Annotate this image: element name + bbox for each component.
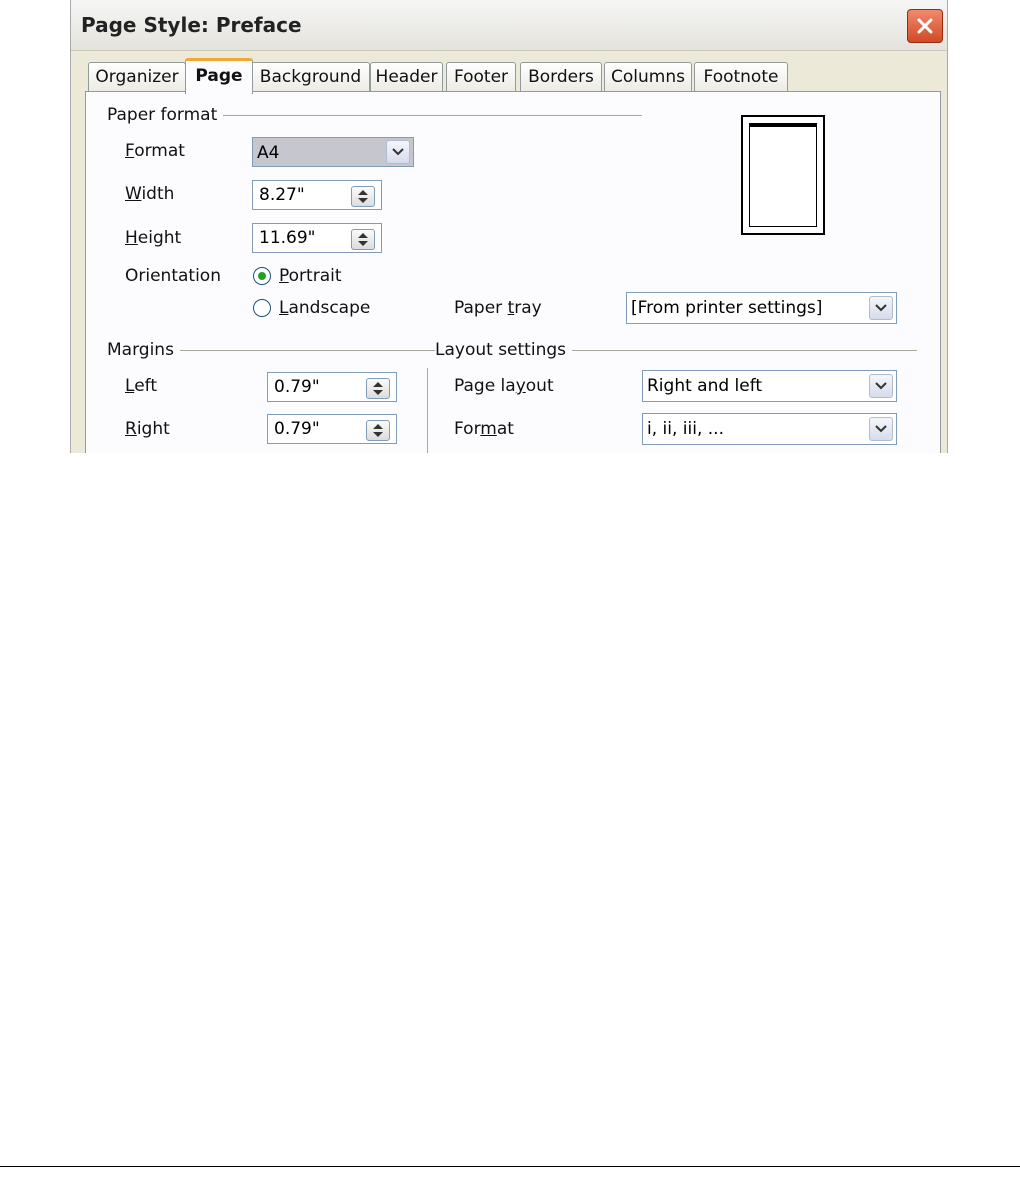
spin-arrows-icon bbox=[358, 233, 368, 246]
tab-background[interactable]: Background bbox=[251, 62, 370, 91]
margin-left-value: 0.79" bbox=[274, 377, 320, 397]
width-input[interactable]: 8.27" bbox=[252, 180, 382, 210]
spin-arrows-icon bbox=[373, 424, 383, 437]
paper-tray-value: [From printer settings] bbox=[631, 298, 823, 318]
format-label: Format bbox=[125, 141, 185, 161]
layout-settings-group-label: Layout settings bbox=[435, 340, 572, 360]
portrait-label[interactable]: Portrait bbox=[279, 266, 342, 286]
height-spin-button[interactable] bbox=[351, 229, 375, 250]
tab-page[interactable]: Page bbox=[185, 58, 253, 94]
margin-right-value: 0.79" bbox=[274, 419, 320, 439]
spin-arrows-icon bbox=[373, 382, 383, 395]
height-value: 11.69" bbox=[259, 228, 316, 248]
format-value: A4 bbox=[257, 143, 280, 163]
format-combobox[interactable]: A4 bbox=[252, 137, 414, 167]
paper-tray-combobox[interactable]: [From printer settings] bbox=[626, 292, 897, 324]
page-layout-combobox[interactable]: Right and left bbox=[642, 370, 897, 402]
page-footer-rule bbox=[0, 1166, 1020, 1167]
page-tab-panel: Paper format Format A4 Width 8.27" Heigh… bbox=[85, 91, 941, 453]
numbering-format-combobox[interactable]: i, ii, iii, ... bbox=[642, 413, 897, 445]
tab-strip: Organizer Page Background Header Footer … bbox=[71, 58, 947, 94]
tab-borders[interactable]: Borders bbox=[520, 62, 602, 91]
tab-header[interactable]: Header bbox=[370, 62, 443, 91]
margin-left-spin-button[interactable] bbox=[366, 378, 390, 399]
page-preview bbox=[741, 115, 825, 235]
paper-format-group-label: Paper format bbox=[107, 105, 224, 125]
tab-footer[interactable]: Footer bbox=[446, 62, 516, 91]
margin-right-label: Right bbox=[125, 419, 170, 439]
tab-organizer[interactable]: Organizer bbox=[88, 62, 186, 91]
margin-right-spin-button[interactable] bbox=[366, 420, 390, 441]
paper-tray-dropdown-button[interactable] bbox=[869, 296, 893, 320]
page-layout-dropdown-button[interactable] bbox=[869, 374, 893, 398]
height-input[interactable]: 11.69" bbox=[252, 223, 382, 253]
close-icon bbox=[917, 18, 933, 34]
dropdown-arrow-icon bbox=[875, 304, 887, 312]
close-button[interactable] bbox=[907, 9, 943, 43]
title-bar: Page Style: Preface bbox=[71, 0, 947, 51]
height-label: Height bbox=[125, 228, 182, 248]
dropdown-arrow-icon bbox=[875, 425, 887, 433]
margin-right-input[interactable]: 0.79" bbox=[267, 414, 397, 444]
landscape-radio[interactable] bbox=[253, 299, 271, 317]
radio-selected-dot bbox=[258, 272, 266, 280]
numbering-format-label: Format bbox=[454, 419, 514, 439]
tab-footnote[interactable]: Footnote bbox=[694, 62, 788, 91]
format-dropdown-button[interactable] bbox=[386, 140, 410, 164]
spin-arrows-icon bbox=[358, 190, 368, 203]
numbering-format-value: i, ii, iii, ... bbox=[647, 419, 724, 439]
dropdown-arrow-icon bbox=[875, 382, 887, 390]
layout-settings-vertical-divider bbox=[427, 368, 428, 453]
margin-left-label: Left bbox=[125, 376, 157, 396]
width-spin-button[interactable] bbox=[351, 186, 375, 207]
page-style-dialog: Page Style: Preface Organizer Page Backg… bbox=[70, 0, 948, 453]
page-layout-label: Page layout bbox=[454, 376, 554, 396]
margins-group-label: Margins bbox=[107, 340, 180, 360]
tab-columns[interactable]: Columns bbox=[604, 62, 692, 91]
layout-settings-divider bbox=[556, 350, 917, 351]
margin-left-input[interactable]: 0.79" bbox=[267, 372, 397, 402]
page-preview-icon bbox=[749, 123, 817, 227]
paper-tray-label: Paper tray bbox=[454, 298, 542, 318]
width-value: 8.27" bbox=[259, 185, 305, 205]
width-label: Width bbox=[125, 184, 175, 204]
portrait-radio[interactable] bbox=[253, 267, 271, 285]
dialog-title: Page Style: Preface bbox=[81, 13, 302, 37]
paper-format-divider bbox=[218, 115, 642, 116]
numbering-format-dropdown-button[interactable] bbox=[869, 417, 893, 441]
dropdown-arrow-icon bbox=[392, 148, 404, 156]
orientation-label: Orientation bbox=[125, 266, 221, 286]
landscape-label[interactable]: Landscape bbox=[279, 298, 370, 318]
page-layout-value: Right and left bbox=[647, 376, 763, 396]
